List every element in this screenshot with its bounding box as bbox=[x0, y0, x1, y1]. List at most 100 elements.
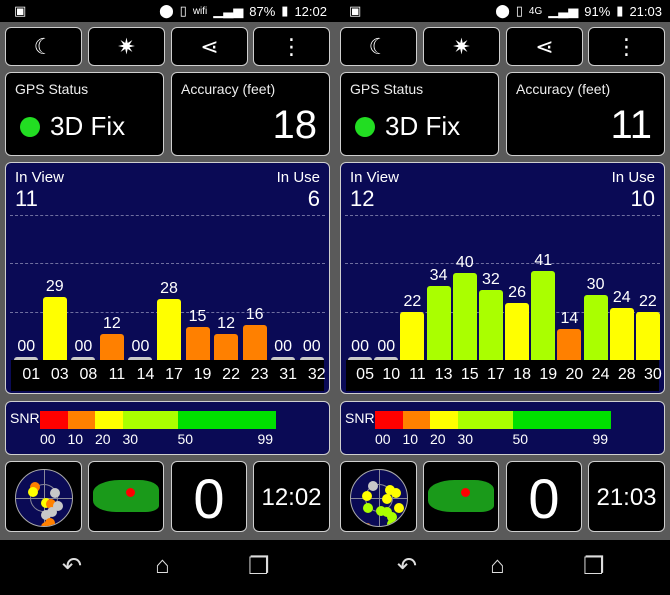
status-time: 21:03 bbox=[629, 3, 662, 19]
share-button[interactable]: ⋖ bbox=[171, 27, 248, 66]
satellite-prn-label: 32 bbox=[307, 366, 326, 383]
snr-bar bbox=[42, 296, 67, 360]
status-bar: ▣ ⬤ ▯ wifi ▁▃▅ 87% ▮ 12:02 bbox=[0, 0, 335, 22]
counter-button[interactable]: 0 bbox=[506, 461, 582, 532]
moon-icon: ☾ bbox=[368, 33, 389, 59]
snr-bar bbox=[635, 312, 660, 360]
snr-value-label: 40 bbox=[455, 253, 474, 271]
snr-scale-segment bbox=[40, 411, 68, 429]
snr-tick-label: 20 bbox=[430, 431, 446, 447]
snr-value-label: 12 bbox=[103, 314, 121, 332]
snr-tick-label: 50 bbox=[512, 431, 529, 447]
clock-button[interactable]: 12:02 bbox=[253, 461, 330, 532]
satellite-prn-label: 31 bbox=[279, 366, 298, 383]
counter-button[interactable]: 0 bbox=[171, 461, 247, 532]
snr-tick-label: 50 bbox=[177, 431, 194, 447]
compass-star-button[interactable]: ✷ bbox=[423, 27, 500, 66]
share-icon: ⋖ bbox=[200, 33, 219, 59]
prn-axis: 01 03 08 11 14 17 19 22 23 31 32 bbox=[11, 360, 326, 391]
share-icon: ⋖ bbox=[535, 33, 554, 59]
snr-bar bbox=[478, 290, 503, 360]
satellite-prn-label: 23 bbox=[250, 366, 269, 383]
snr-bar bbox=[452, 272, 477, 360]
moon-button[interactable]: ☾ bbox=[5, 27, 82, 66]
battery-icon: ▮ bbox=[281, 3, 289, 18]
image-icon: ▣ bbox=[349, 3, 362, 18]
snr-bar bbox=[99, 333, 124, 360]
more-vert-icon: ⋮ bbox=[280, 33, 303, 59]
battery-percent: 87% bbox=[249, 3, 276, 19]
snr-tick-label: 30 bbox=[122, 431, 139, 447]
snr-scale-segment bbox=[457, 411, 513, 429]
satellite-snr-chart[interactable]: In View 12 In Use 10 00 00 22 34 40 32 26 41 14 3… bbox=[340, 162, 665, 394]
world-map-button[interactable] bbox=[423, 461, 499, 532]
clock-value: 21:03 bbox=[596, 484, 657, 511]
satellite-prn-label: 14 bbox=[136, 366, 155, 383]
compass-star-icon: ✷ bbox=[452, 33, 471, 59]
location-icon: ⬤ bbox=[159, 3, 174, 18]
snr-value-label: 15 bbox=[188, 308, 207, 326]
snr-bar bbox=[214, 333, 239, 360]
snr-value-label: 00 bbox=[17, 338, 36, 355]
battery-icon: ▮ bbox=[616, 3, 624, 18]
moon-button[interactable]: ☾ bbox=[340, 27, 417, 66]
navigation-bar: ↶ ⌂ ❐ bbox=[0, 540, 335, 595]
location-icon: ⬤ bbox=[495, 3, 510, 18]
snr-tick-label: 99 bbox=[257, 431, 274, 447]
snr-tick-label: 30 bbox=[457, 431, 474, 447]
accuracy-panel[interactable]: Accuracy (feet) 11 bbox=[506, 72, 665, 156]
snr-bar bbox=[400, 312, 425, 360]
satellite-dot bbox=[40, 521, 51, 526]
recents-icon[interactable]: ❐ bbox=[248, 552, 270, 581]
snr-bar bbox=[557, 329, 582, 360]
snr-value-label: 28 bbox=[160, 279, 178, 297]
status-bar: ▣ ⬤ ▯ 4G ▁▃▅ 91% ▮ 21:03 bbox=[335, 0, 670, 22]
satellite-dot bbox=[394, 503, 405, 513]
snr-bar bbox=[583, 294, 608, 360]
status-time: 12:02 bbox=[294, 3, 327, 19]
home-icon[interactable]: ⌂ bbox=[155, 552, 170, 580]
recents-icon[interactable]: ❐ bbox=[583, 552, 605, 581]
back-icon[interactable]: ↶ bbox=[62, 552, 82, 581]
snr-label: SNR bbox=[10, 410, 40, 426]
more-vert-button[interactable]: ⋮ bbox=[253, 27, 330, 66]
battery-percent: 91% bbox=[584, 3, 611, 19]
snr-value-label: 29 bbox=[45, 277, 64, 295]
snr-scale-segment bbox=[512, 411, 611, 429]
more-vert-button[interactable]: ⋮ bbox=[588, 27, 665, 66]
counter-value: 0 bbox=[528, 467, 560, 530]
snr-scale-segment bbox=[177, 411, 276, 429]
compass-star-icon: ✷ bbox=[117, 33, 136, 59]
gps-fix-value: 3D Fix bbox=[50, 111, 126, 141]
snr-value-label: 00 bbox=[377, 338, 396, 355]
snr-scale-segment bbox=[375, 411, 403, 429]
gps-status-panel[interactable]: GPS Status 3D Fix bbox=[340, 72, 499, 156]
snr-tick-label: 10 bbox=[67, 431, 84, 447]
snr-bar bbox=[505, 303, 530, 360]
snr-scale-segment bbox=[67, 411, 95, 429]
gps-status-label: GPS Status bbox=[350, 81, 424, 97]
vibrate-icon: ▯ bbox=[179, 3, 187, 18]
sky-view-button[interactable] bbox=[5, 461, 82, 532]
snr-tick-label: 00 bbox=[40, 431, 56, 447]
satellite-dot bbox=[362, 522, 373, 526]
clock-button[interactable]: 21:03 bbox=[588, 461, 665, 532]
share-button[interactable]: ⋖ bbox=[506, 27, 583, 66]
satellite-snr-chart[interactable]: In View 11 In Use 6 00 29 00 12 00 28 15 12 16 00… bbox=[5, 162, 330, 394]
accuracy-label: Accuracy (feet) bbox=[181, 81, 276, 97]
home-icon[interactable]: ⌂ bbox=[490, 552, 505, 580]
accuracy-panel[interactable]: Accuracy (feet) 18 bbox=[171, 72, 330, 156]
sky-view-button[interactable] bbox=[340, 461, 417, 532]
location-marker-icon bbox=[126, 488, 135, 497]
snr-scale-segment bbox=[402, 411, 430, 429]
snr-label: SNR bbox=[345, 410, 375, 426]
prn-axis: 05 10 11 13 15 17 18 19 20 24 28 30 bbox=[346, 360, 662, 391]
world-map-button[interactable] bbox=[88, 461, 164, 532]
gps-status-panel[interactable]: GPS Status 3D Fix bbox=[5, 72, 164, 156]
snr-tick-label: 00 bbox=[375, 431, 391, 447]
snr-scale-segment bbox=[430, 411, 458, 429]
compass-star-button[interactable]: ✷ bbox=[88, 27, 165, 66]
back-icon[interactable]: ↶ bbox=[397, 552, 417, 581]
image-icon: ▣ bbox=[14, 3, 27, 18]
satellite-dot bbox=[363, 503, 374, 513]
